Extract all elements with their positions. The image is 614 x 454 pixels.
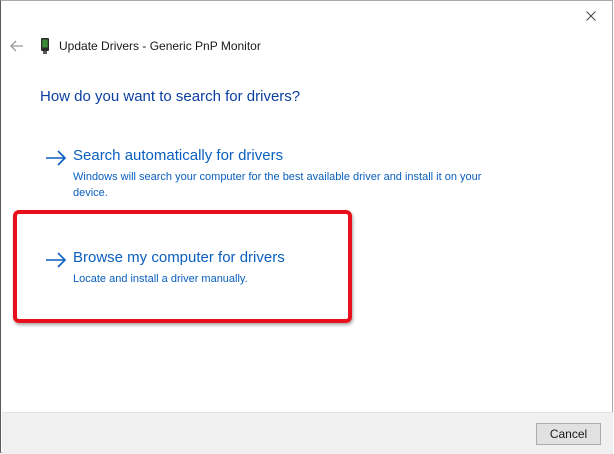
update-drivers-window: Update Drivers - Generic PnP Monitor How…	[0, 0, 613, 454]
option-title: Search automatically for drivers	[73, 147, 284, 164]
close-icon	[586, 11, 596, 21]
monitor-device-icon	[41, 38, 49, 54]
cancel-button[interactable]: Cancel	[536, 423, 601, 445]
close-button[interactable]	[580, 7, 602, 25]
page-heading: How do you want to search for drivers?	[40, 88, 301, 105]
window-title: Update Drivers - Generic PnP Monitor	[59, 39, 261, 53]
right-arrow-icon	[46, 150, 67, 166]
dialog-footer: Cancel	[2, 412, 613, 454]
highlight-annotation	[13, 210, 352, 323]
option-description: Windows will search your computer for th…	[73, 171, 482, 199]
back-arrow-icon	[10, 40, 23, 52]
back-button[interactable]	[7, 37, 27, 55]
